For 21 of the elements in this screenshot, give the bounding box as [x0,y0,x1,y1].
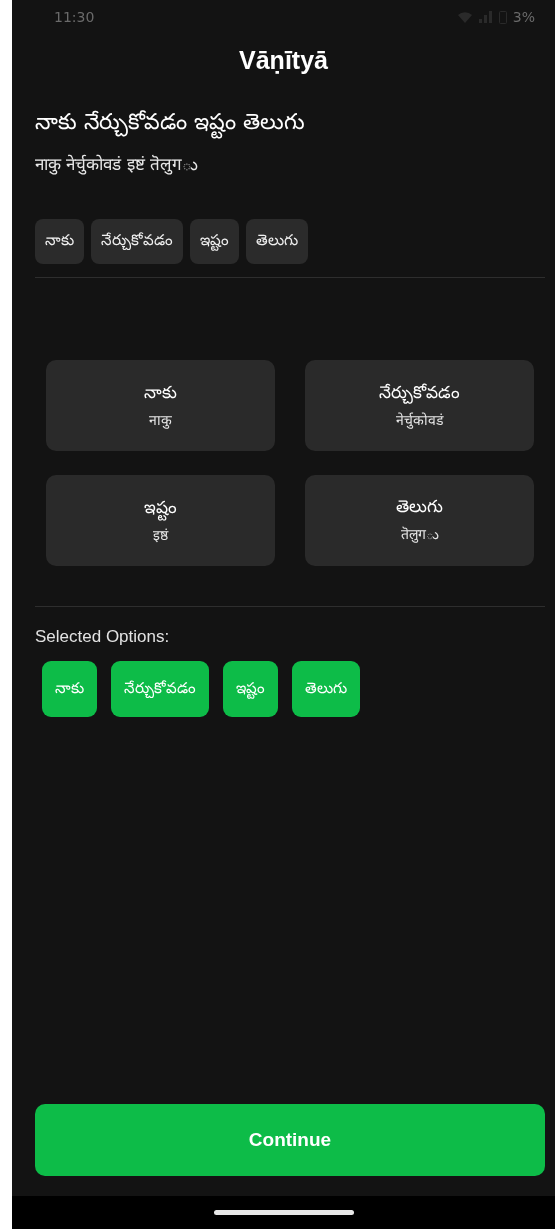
battery-level: 3% [512,9,535,25]
option-card[interactable]: తెలుగు तॆलुगు [305,475,534,566]
continue-button[interactable]: Continue [35,1104,545,1176]
home-indicator[interactable] [213,1210,354,1215]
selected-chip[interactable]: నేర్చుకోవడం [111,661,209,717]
option-card[interactable]: ఇష్టం इष्ठं [46,475,275,566]
selected-chip[interactable]: ఇష్టం [223,661,278,717]
word-chip: తెలుగు [246,219,308,264]
word-chip: నేర్చుకోవడం [91,219,183,264]
wifi-icon [456,11,473,23]
status-time: 11:30 [54,9,95,25]
word-chip: నాకు [35,219,84,264]
sentence-text: నాకు నేర్చుకోవడం ఇష్టం తెలుగు [35,109,545,140]
selected-chip[interactable]: నాకు [42,661,97,717]
selected-label: Selected Options: [35,627,171,647]
selected-chip[interactable]: తెలుగు [292,661,360,717]
option-card[interactable]: నాకు नाकु [46,360,275,451]
app-title: Vāṇītyā [238,46,329,75]
word-chip: ఇష్టం [190,219,239,264]
sentence-transliteration: नाकु नेर्चुकोवडं इष्टं तॆलुगు [35,153,200,177]
option-card[interactable]: నేర్చుకోవడం नेर्चुकोवडं [305,360,534,451]
